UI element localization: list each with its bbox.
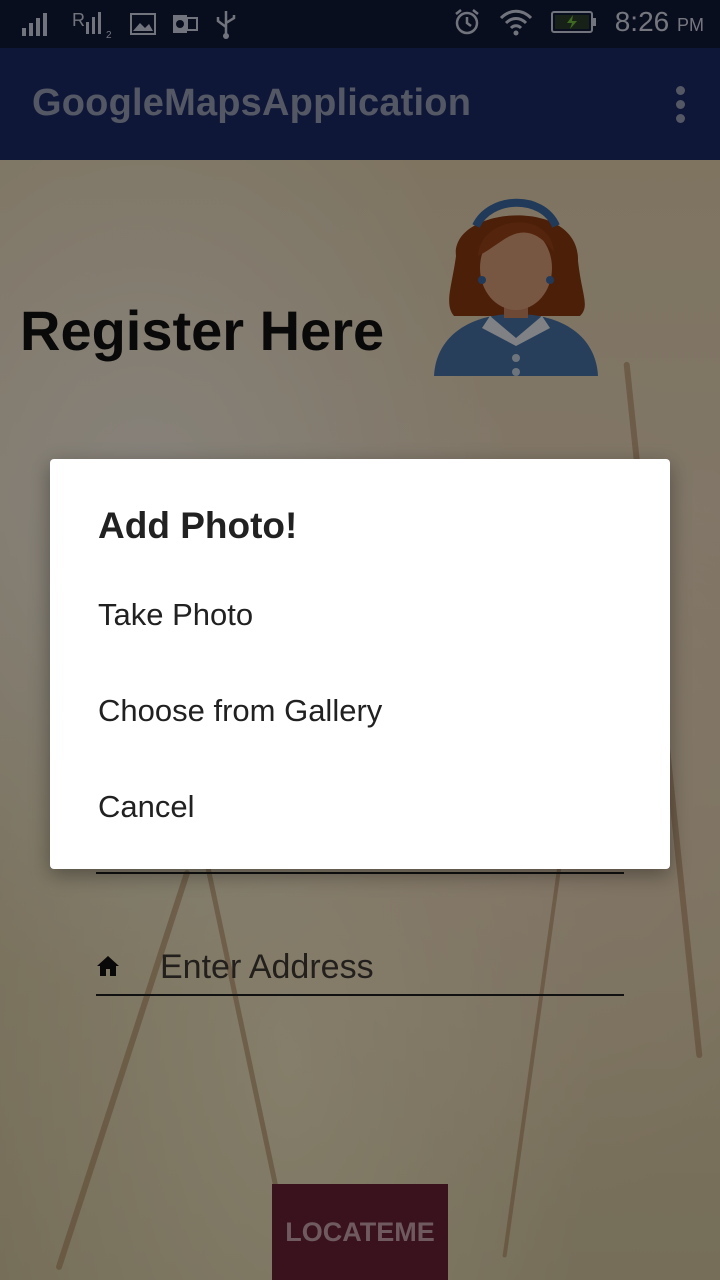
add-photo-dialog: Add Photo! Take Photo Choose from Galler… [50, 459, 670, 869]
cancel-option[interactable]: Cancel [98, 789, 195, 825]
dialog-title: Add Photo! [98, 505, 298, 546]
choose-from-gallery-option[interactable]: Choose from Gallery [98, 693, 382, 729]
take-photo-option[interactable]: Take Photo [98, 597, 253, 633]
